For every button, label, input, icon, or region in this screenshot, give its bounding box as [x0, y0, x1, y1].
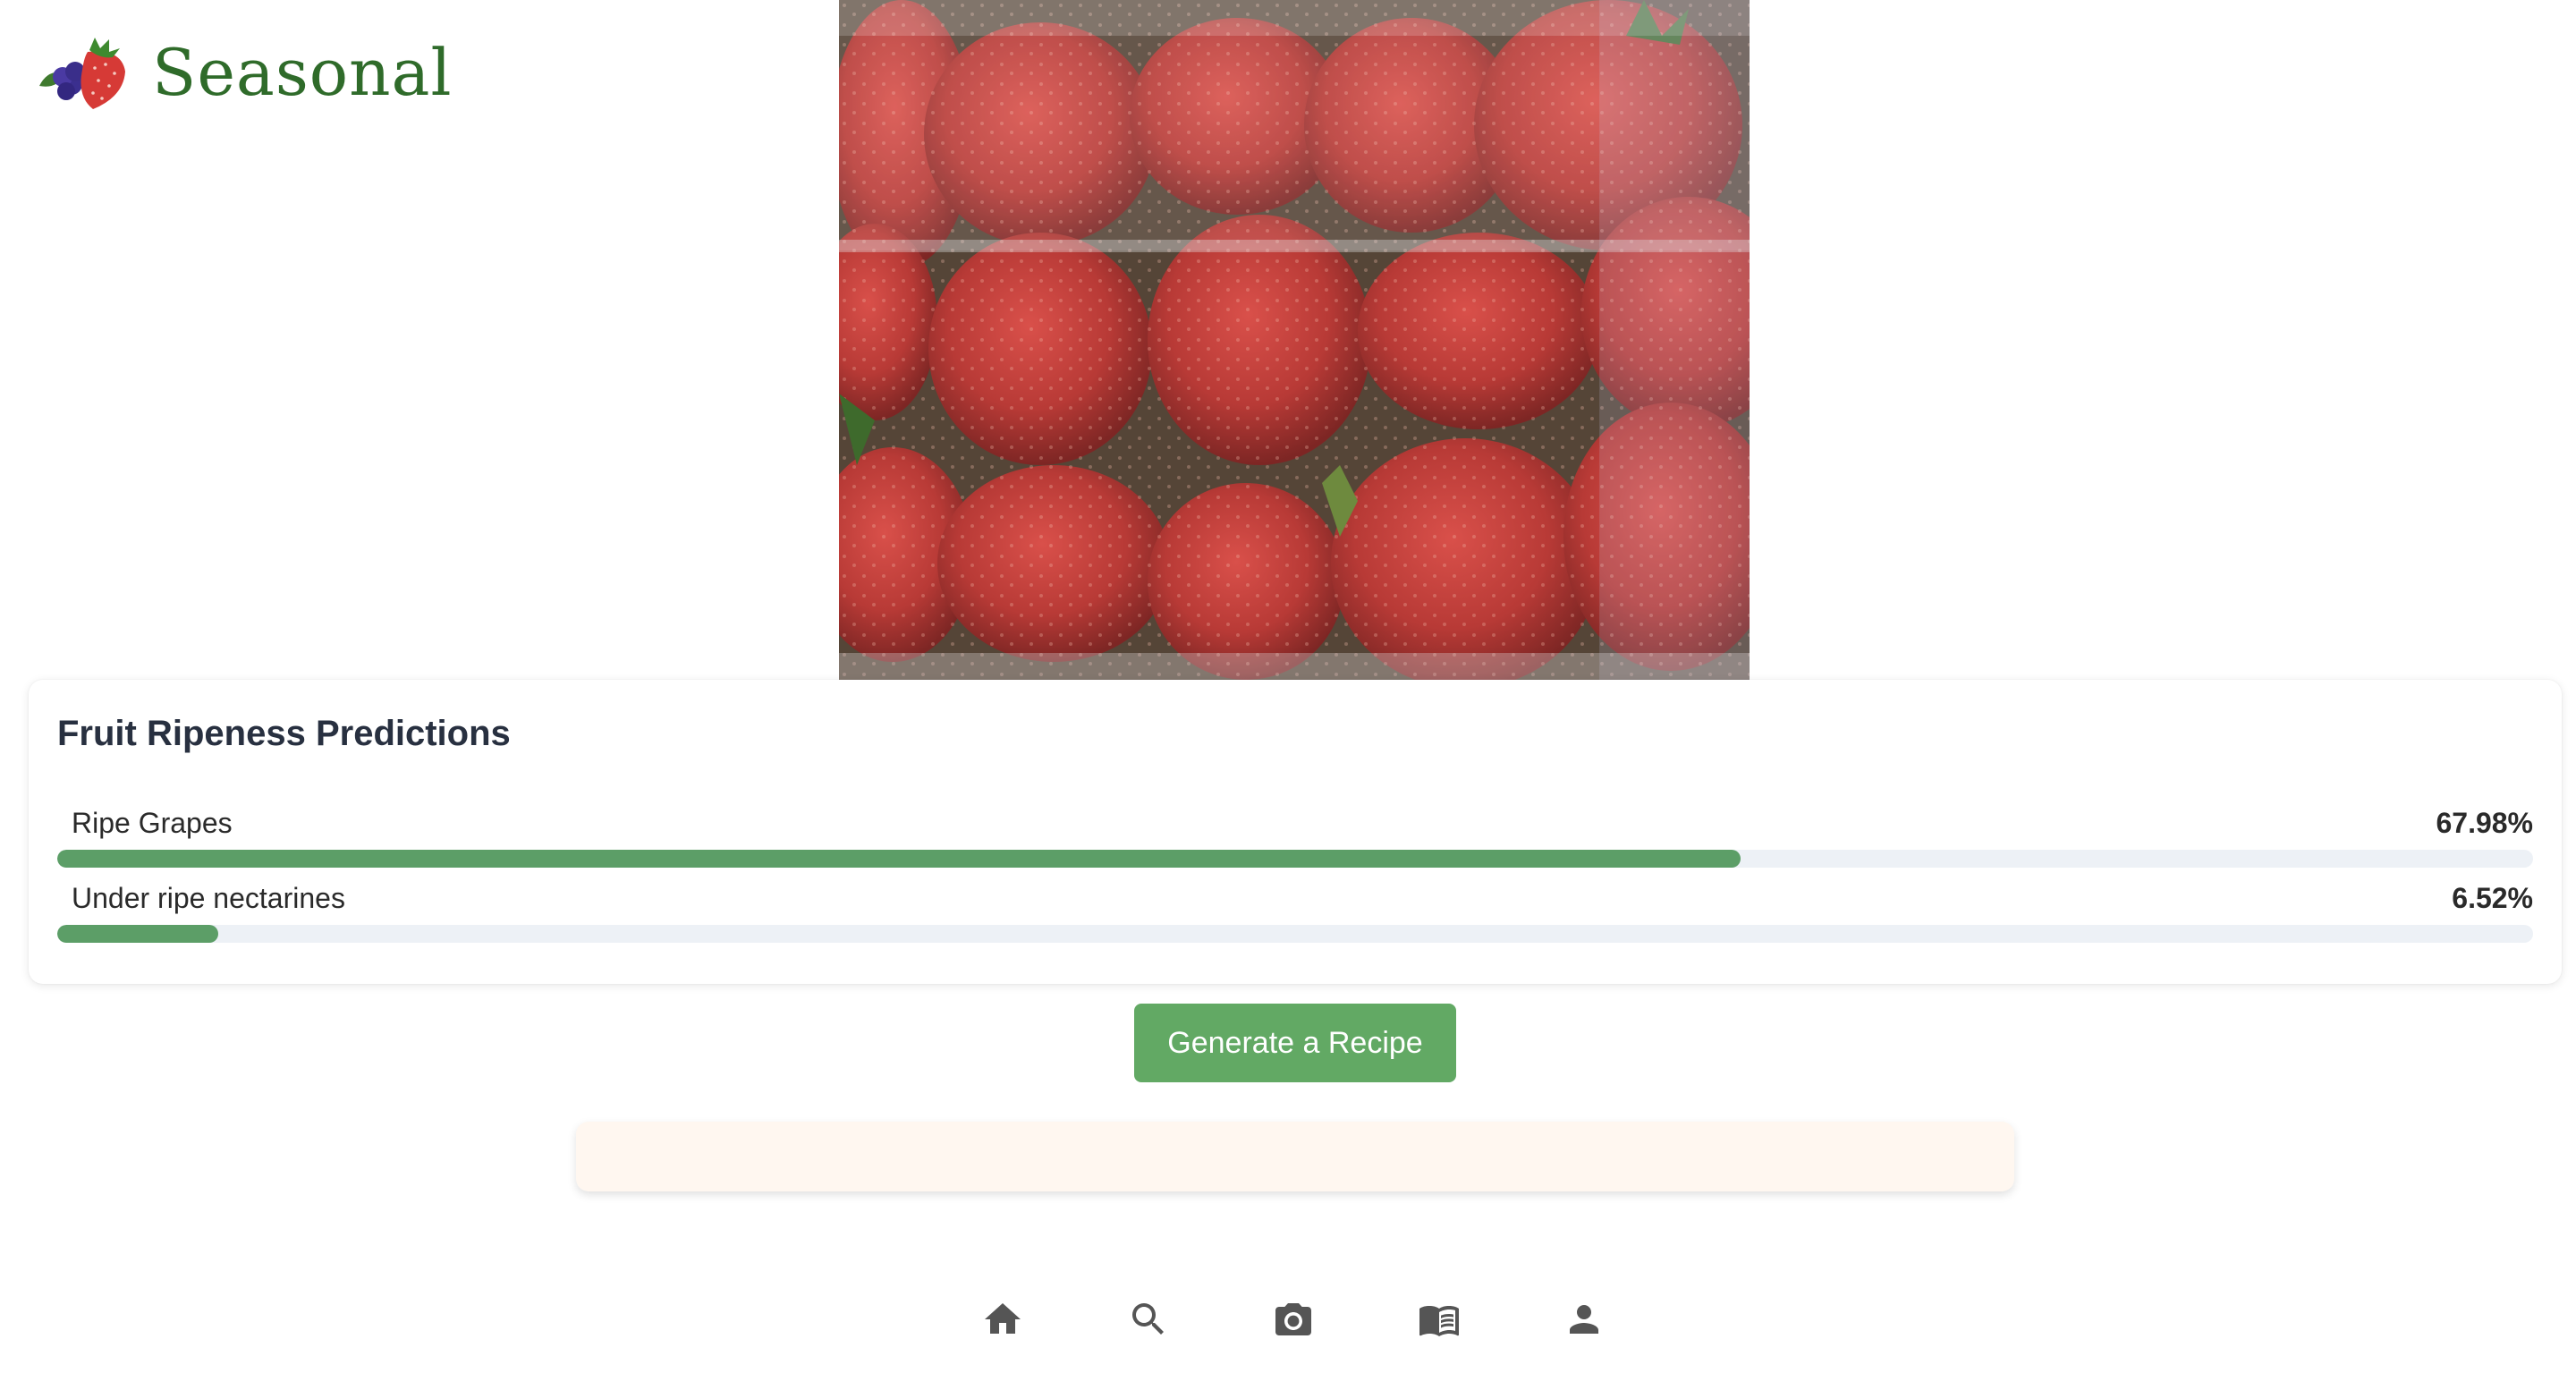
recipe-output-panel [576, 1122, 2014, 1191]
search-icon [1131, 1303, 1164, 1335]
generate-recipe-button[interactable]: Generate a Recipe [1134, 1004, 1456, 1082]
camera-icon [1275, 1303, 1311, 1335]
nav-search[interactable] [1117, 1288, 1180, 1351]
recipe-book-icon [1419, 1306, 1459, 1336]
prediction-bar-fill [57, 925, 219, 943]
nav-camera[interactable] [1262, 1288, 1325, 1351]
nav-home[interactable] [971, 1288, 1034, 1351]
berries-logo-icon [39, 38, 125, 109]
bottom-nav [971, 1288, 1615, 1351]
nav-profile[interactable] [1553, 1288, 1615, 1351]
predictions-title: Fruit Ripeness Predictions [57, 714, 511, 753]
prediction-bar-track [57, 850, 2533, 868]
app-screen: Seasonal Fruit Ripeness Predictions Ripe… [0, 0, 2576, 1390]
prediction-label: Under ripe nectarines [72, 882, 345, 914]
nav-recipes[interactable] [1408, 1288, 1470, 1351]
profile-icon [1570, 1305, 1598, 1334]
prediction-bar-fill [57, 850, 1741, 868]
brand-logo[interactable]: Seasonal [36, 32, 452, 113]
predictions-card: Fruit Ripeness Predictions Ripe Grapes 6… [29, 680, 2562, 984]
prediction-label: Ripe Grapes [72, 807, 233, 839]
brand-name: Seasonal [152, 35, 453, 110]
strawberries-image [839, 0, 1750, 680]
prediction-value: 6.52% [2452, 882, 2533, 914]
prediction-value: 67.98% [2436, 807, 2533, 839]
home-icon [985, 1303, 1021, 1334]
prediction-bar-track [57, 925, 2533, 943]
uploaded-fruit-photo [839, 0, 1750, 680]
